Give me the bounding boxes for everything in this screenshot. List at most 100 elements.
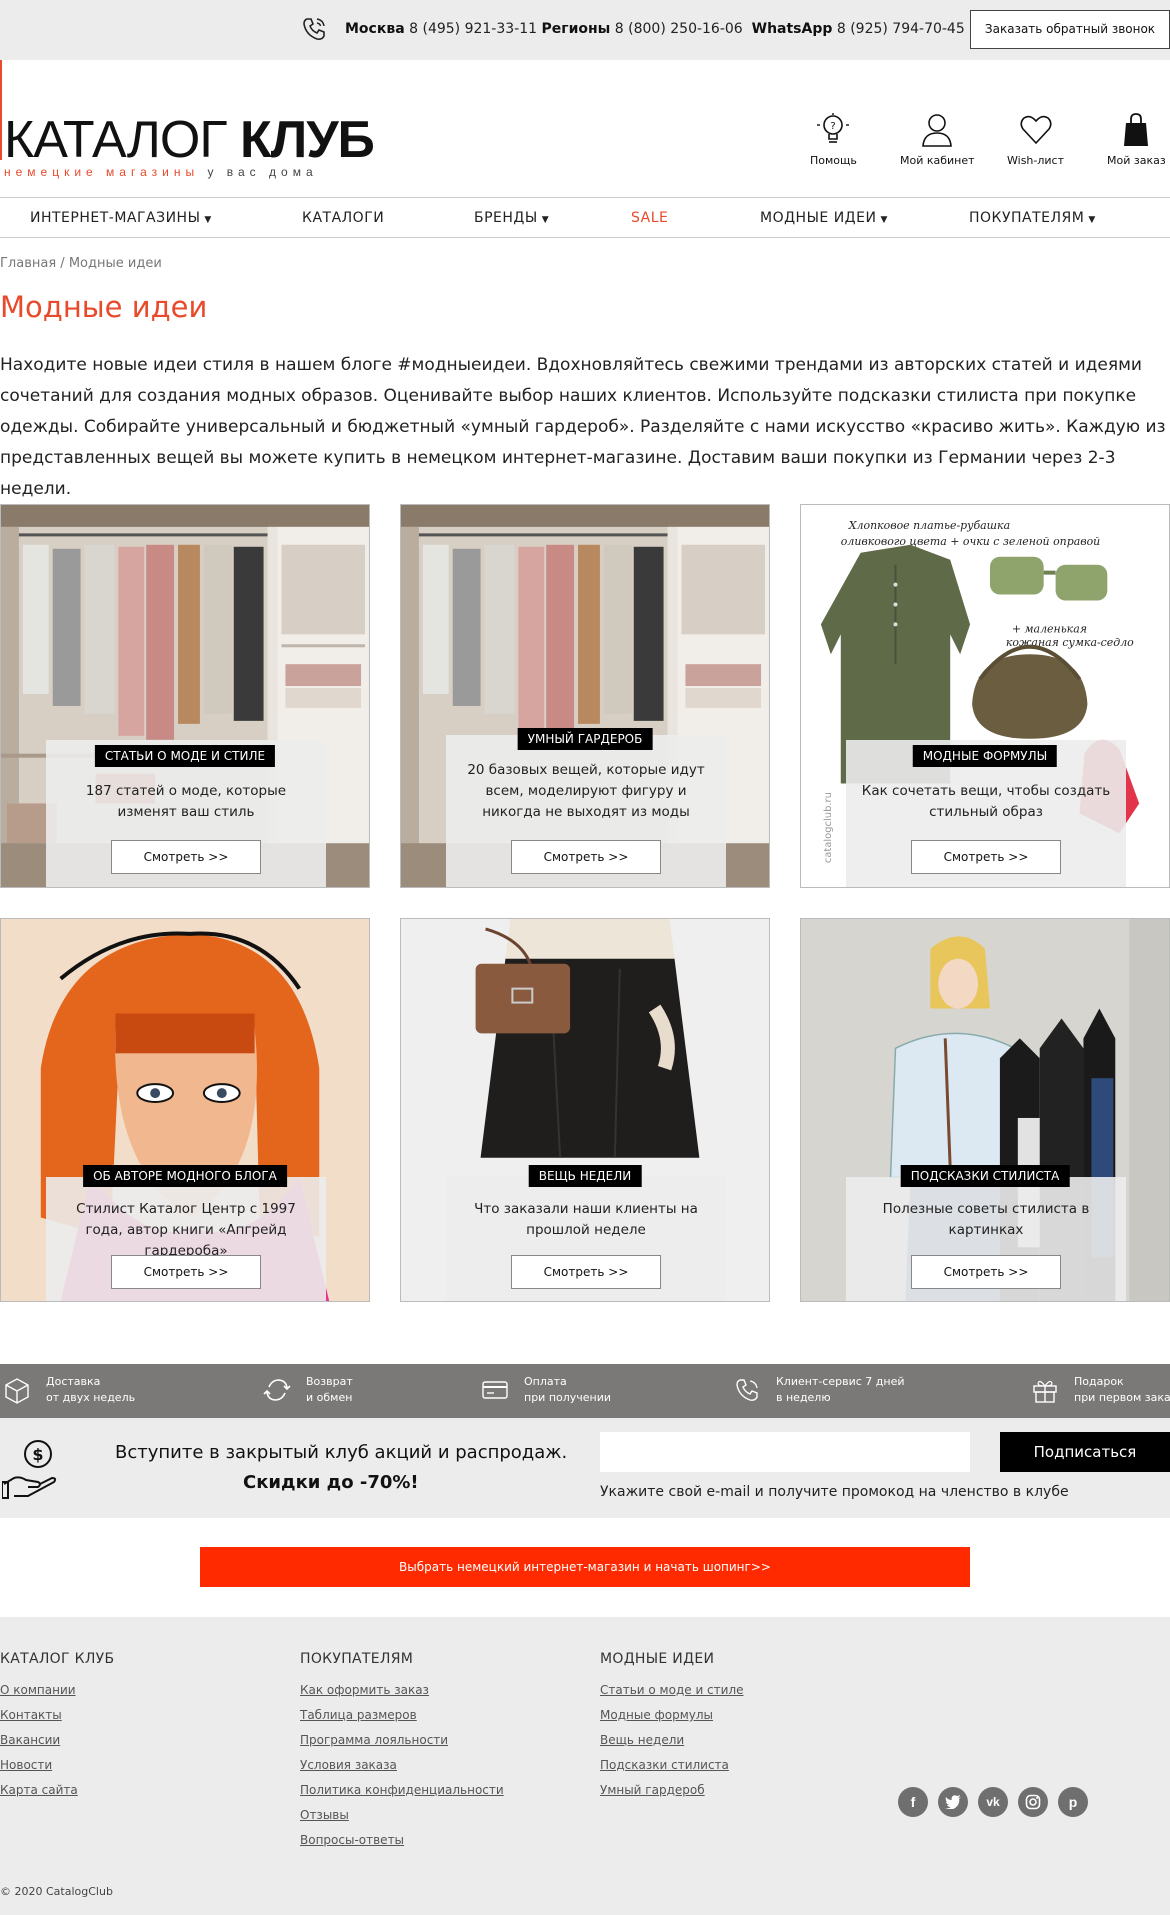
nav-item-brands[interactable]: БРЕНДЫ ▼	[474, 210, 549, 226]
phone-number-whatsapp[interactable]: 8 (925) 794-70-45	[837, 21, 965, 37]
footer-col-customers: ПОКУПАТЕЛЯМ Как оформить заказ Таблица р…	[300, 1651, 504, 1857]
footer-link[interactable]: Контакты	[0, 1707, 114, 1723]
logo-tagline: немецкие магазины у вас дома	[4, 165, 318, 179]
feature-line1: Клиент-сервис 7 дней	[776, 1375, 905, 1388]
caret-down-icon: ▼	[541, 215, 550, 225]
nav-label: МОДНЫЕ ИДЕИ	[760, 210, 877, 226]
vk-icon[interactable]: vk	[978, 1787, 1008, 1817]
footer-link[interactable]: Вакансии	[0, 1732, 114, 1748]
footer-link[interactable]: Вопросы-ответы	[300, 1832, 504, 1848]
card-stylist-tips[interactable]: ПОДСКАЗКИ СТИЛИСТА Полезные советы стили…	[800, 918, 1170, 1302]
card-description: 20 базовых вещей, которые идут всем, мод…	[467, 762, 705, 820]
card-description: Полезные советы стилиста в картинках	[882, 1201, 1090, 1238]
card-fashion-formulas[interactable]: Хлопковое платье-рубашка оливкового цвет…	[800, 504, 1170, 888]
shopping-bag-icon	[1124, 113, 1149, 146]
phone-number-moscow[interactable]: 8 (495) 921-33-11	[409, 21, 537, 37]
page-title: Модные идеи	[0, 290, 208, 324]
help-label: Помощь	[810, 154, 857, 167]
svg-text:$: $	[32, 1445, 43, 1464]
footer-link[interactable]: Программа лояльности	[300, 1732, 504, 1748]
feature-delivery: Доставка от двух недель	[2, 1374, 135, 1406]
card-item-of-week[interactable]: ВЕЩЬ НЕДЕЛИ Что заказали наши клиенты на…	[400, 918, 770, 1302]
breadcrumb-home[interactable]: Главная	[0, 256, 56, 271]
view-button[interactable]: Смотреть >>	[911, 840, 1061, 874]
footer-link[interactable]: Отзывы	[300, 1807, 504, 1823]
caret-down-icon: ▼	[204, 215, 212, 225]
card-smart-wardrobe[interactable]: УМНЫЙ ГАРДЕРОБ 20 базовых вещей, которые…	[400, 504, 770, 888]
callback-button[interactable]: Заказать обратный звонок	[970, 10, 1170, 49]
choose-shop-button[interactable]: Выбрать немецкий интернет-магазин и нача…	[200, 1547, 970, 1587]
logo-tagline-part1: немецкие магазины	[4, 165, 200, 179]
footer-link[interactable]: О компании	[0, 1682, 114, 1698]
feature-line2: и обмен	[306, 1391, 353, 1404]
nav-item-sale[interactable]: SALE	[631, 210, 668, 226]
view-button[interactable]: Смотреть >>	[111, 840, 261, 874]
feature-service: Клиент-сервис 7 дней в неделю	[732, 1374, 905, 1406]
box-icon	[5, 1378, 29, 1404]
subscribe-button[interactable]: Подписаться	[1000, 1432, 1170, 1472]
feature-payment: Оплата при получении	[480, 1374, 611, 1406]
footer-link[interactable]: Карта сайта	[0, 1782, 114, 1798]
feature-line2: при получении	[524, 1391, 612, 1404]
footer-link[interactable]: Условия заказа	[300, 1757, 504, 1773]
twitter-icon[interactable]	[938, 1787, 968, 1817]
logo-tagline-part2: у вас дома	[207, 165, 318, 179]
help-link[interactable]: ? Помощь	[810, 112, 857, 167]
nav-item-catalogs[interactable]: КАТАЛОГИ	[302, 210, 384, 226]
card-about-author[interactable]: ОБ АВТОРЕ МОДНОГО БЛОГА Стилист Каталог …	[0, 918, 370, 1302]
card-icon	[482, 1381, 508, 1399]
email-field[interactable]	[600, 1432, 970, 1472]
breadcrumb-current: Модные идеи	[68, 256, 162, 271]
footer-link[interactable]: Модные формулы	[600, 1707, 744, 1723]
collage-caption-1: Хлопковое платье-рубашка	[848, 519, 1010, 532]
card-description: Что заказали наши клиенты на прошлой нед…	[474, 1201, 698, 1238]
footer-link[interactable]: Подсказки стилиста	[600, 1757, 744, 1773]
card-fashion-articles[interactable]: СТАТЬИ О МОДЕ И СТИЛЕ 187 статей о моде,…	[0, 504, 370, 888]
view-button[interactable]: Смотреть >>	[511, 1255, 661, 1289]
logo[interactable]: КАТАЛОГ КЛУБ	[4, 112, 375, 168]
collage-watermark: catalogclub.ru	[823, 792, 834, 863]
help-icon: ?	[817, 113, 850, 143]
facebook-icon[interactable]: f	[898, 1787, 928, 1817]
footer: КАТАЛОГ КЛУБ О компании Контакты Ваканси…	[0, 1617, 1170, 1915]
caret-down-icon: ▼	[880, 215, 888, 225]
collage-caption-2: оливкового цвета + очки с зеленой оправо…	[841, 535, 1100, 548]
wishlist-link[interactable]: Wish-лист	[1007, 112, 1064, 167]
subscribe-discount: Скидки до -70%!	[243, 1472, 419, 1493]
footer-col-title: КАТАЛОГ КЛУБ	[0, 1651, 115, 1667]
instagram-icon[interactable]	[1018, 1787, 1048, 1817]
account-link[interactable]: Мой кабинет	[900, 112, 975, 167]
feature-line1: Оплата	[524, 1375, 567, 1388]
footer-link[interactable]: Политика конфиденциальности	[300, 1782, 504, 1798]
card-tag: УМНЫЙ ГАРДЕРОБ	[517, 728, 653, 750]
cart-link[interactable]: Мой заказ	[1107, 112, 1166, 167]
nav-item-customers[interactable]: ПОКУПАТЕЛЯМ ▼	[969, 210, 1096, 226]
footer-link[interactable]: Умный гардероб	[600, 1782, 744, 1798]
phone-icon	[736, 1379, 758, 1401]
social-links: f vk p	[898, 1787, 1098, 1817]
card-tag: ПОДСКАЗКИ СТИЛИСТА	[900, 1165, 1070, 1187]
footer-link[interactable]: Новости	[0, 1757, 114, 1773]
phone-list: Москва 8 (495) 921-33-11 Регионы 8 (800)…	[345, 21, 965, 37]
view-button[interactable]: Смотреть >>	[911, 1255, 1061, 1289]
nav-item-shops[interactable]: ИНТЕРНЕТ-МАГАЗИНЫ ▼	[30, 210, 212, 226]
view-button[interactable]: Смотреть >>	[511, 840, 661, 874]
card-tag: ОБ АВТОРЕ МОДНОГО БЛОГА	[83, 1165, 287, 1187]
footer-col-fashion-ideas: МОДНЫЕ ИДЕИ Статьи о моде и стиле Модные…	[600, 1651, 744, 1807]
footer-link[interactable]: Таблица размеров	[300, 1707, 504, 1723]
subscribe-section: $ Вступите в закрытый клуб акций и распр…	[0, 1418, 1170, 1518]
footer-link[interactable]: Как оформить заказ	[300, 1682, 504, 1698]
pinterest-icon[interactable]: p	[1058, 1787, 1088, 1817]
copyright: © 2020 CatalogClub	[0, 1885, 113, 1898]
nav-label: БРЕНДЫ	[474, 210, 538, 226]
footer-col-title: МОДНЫЕ ИДЕИ	[600, 1651, 715, 1667]
footer-link[interactable]: Статьи о моде и стиле	[600, 1682, 744, 1698]
phone-number-regions[interactable]: 8 (800) 250-16-06	[615, 21, 743, 37]
view-button[interactable]: Смотреть >>	[111, 1255, 261, 1289]
footer-link[interactable]: Вещь недели	[600, 1732, 744, 1748]
nav-divider-bottom	[0, 237, 1170, 238]
footer-col-company: КАТАЛОГ КЛУБ О компании Контакты Ваканси…	[0, 1651, 114, 1807]
cart-label: Мой заказ	[1107, 154, 1166, 167]
nav-item-fashion-ideas[interactable]: МОДНЫЕ ИДЕИ ▼	[760, 210, 888, 226]
svg-text:?: ?	[831, 121, 836, 132]
